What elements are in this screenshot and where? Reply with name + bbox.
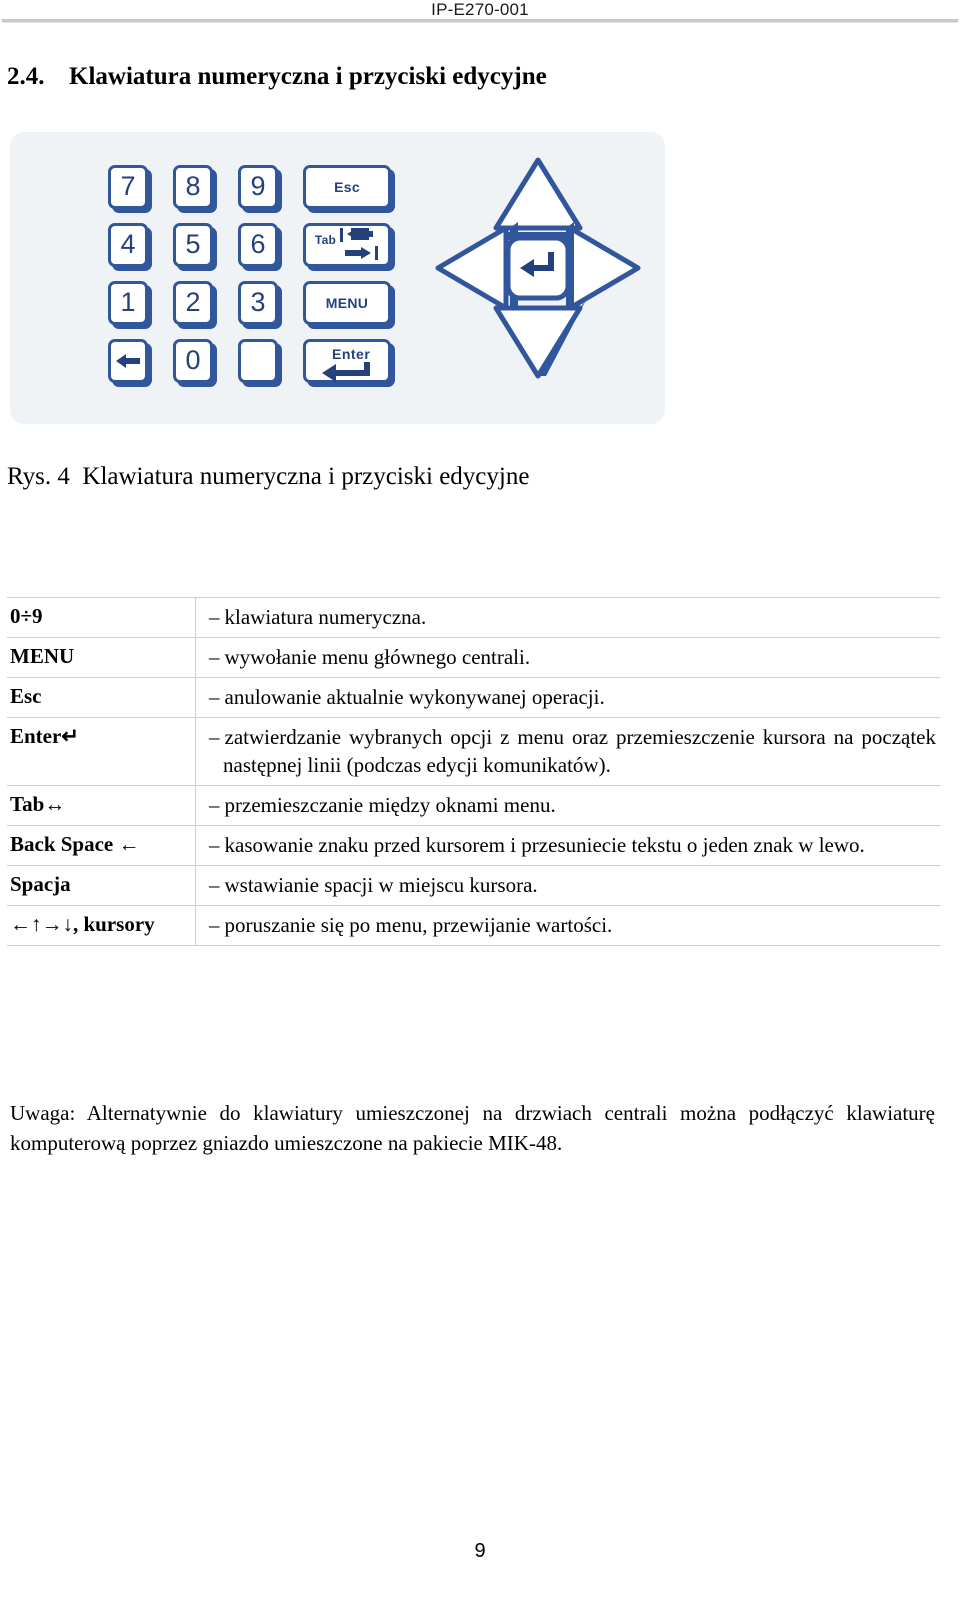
key-enter-label: Enter bbox=[332, 346, 371, 362]
note-paragraph: Uwaga: Alternatywnie do klawiatury umies… bbox=[10, 1101, 935, 1155]
section-number: 2.4. bbox=[7, 63, 45, 90]
key-name-cell: Tab↔ bbox=[7, 785, 196, 826]
key-2-label: 2 bbox=[185, 286, 201, 317]
key-description-cell: – anulowanie aktualnie wykonywanej operac… bbox=[196, 678, 941, 718]
key-description-cell: – zatwierdzanie wybranych opcji z menu or… bbox=[196, 718, 941, 786]
key-description-cell: – przemieszczanie między oknami menu. bbox=[196, 786, 941, 826]
key-description-cell: – wstawianie spacji w miejscu kursora. bbox=[196, 866, 941, 906]
key-tab-label: Tab bbox=[314, 233, 337, 247]
key-6-label: 6 bbox=[250, 228, 266, 259]
key-description-paragraph: – zatwierdzanie wybranych opcji z menu or… bbox=[209, 723, 936, 779]
key-tab[interactable]: Tab bbox=[303, 223, 391, 267]
table-row: 0÷9 – klawiatura numeryczna. bbox=[7, 597, 941, 638]
section-heading: 2.4. Klawiatura numeryczna i przyciski ed… bbox=[7, 62, 907, 92]
key-7[interactable]: 7 bbox=[108, 165, 148, 209]
key-menu[interactable]: MENU bbox=[303, 281, 391, 325]
key-description-text: kasowanie znaku przed kursorem i przesun… bbox=[224, 833, 865, 857]
key-description-text: zatwierdzanie wybranych opcji z menu ora… bbox=[223, 725, 936, 777]
key-4[interactable]: 4 bbox=[108, 223, 148, 267]
key-backspace[interactable] bbox=[108, 339, 148, 383]
key-enter[interactable]: Enter bbox=[303, 339, 391, 383]
key-description-text: poruszanie się po menu, przewijanie wart… bbox=[224, 913, 613, 937]
header-divider bbox=[2, 19, 958, 23]
key-name-cell: Back Space ← bbox=[7, 825, 196, 866]
key-description-text: wstawianie spacji w miejscu kursora. bbox=[224, 873, 538, 897]
key-1[interactable]: 1 bbox=[108, 281, 148, 325]
key-0[interactable]: 0 bbox=[173, 339, 213, 383]
key-description-text: anulowanie aktualnie wykonywanej operacj… bbox=[224, 685, 605, 709]
key-7-label: 7 bbox=[120, 170, 136, 201]
key-8[interactable]: 8 bbox=[173, 165, 213, 209]
list-dash: – bbox=[209, 685, 220, 709]
key-description-table: 0÷9 – klawiatura numeryczna. MENU – wywoła… bbox=[7, 597, 940, 946]
key-3[interactable]: 3 bbox=[238, 281, 278, 325]
keypad-figure: 7 8 9 Esc 4 5 6 Tab 1 2 3 MENU 0 Enter bbox=[10, 132, 665, 424]
table-row: Esc – anulowanie aktualnie wykonywanej op… bbox=[7, 677, 941, 718]
key-name-cell: ←↑→↓, kursory bbox=[7, 905, 196, 946]
table-row: MENU – wywołanie menu głównego centrali. bbox=[7, 637, 941, 678]
key-0-label: 0 bbox=[185, 344, 201, 375]
key-name-cell: MENU bbox=[7, 637, 196, 678]
key-9-label: 9 bbox=[250, 170, 266, 201]
list-dash: – bbox=[209, 833, 220, 857]
key-description-text: klawiatura numeryczna. bbox=[224, 605, 427, 629]
list-dash: – bbox=[209, 793, 220, 817]
key-5[interactable]: 5 bbox=[173, 223, 213, 267]
page-number: 9 bbox=[474, 1540, 486, 1562]
figure-caption: Rys. 4 Klawiatura numeryczna i przyciski… bbox=[7, 462, 529, 492]
right-arrow-key bbox=[566, 222, 641, 316]
table-row: Enter↵ – zatwierdzanie wybranych opcji z … bbox=[7, 717, 941, 786]
document-code: IP-E270-001 bbox=[431, 0, 529, 19]
key-3-label: 3 bbox=[250, 286, 266, 317]
cursor-arrow-cluster bbox=[428, 152, 648, 382]
list-dash: – bbox=[209, 645, 220, 669]
key-9[interactable]: 9 bbox=[238, 165, 278, 209]
table-row: Back Space ← – kasowanie znaku przed kurs… bbox=[7, 825, 941, 866]
table-row: Spacja – wstawianie spacji w miejscu kurs… bbox=[7, 865, 941, 906]
key-esc-label: Esc bbox=[334, 179, 360, 195]
enter-key-glyph-group: Enter bbox=[306, 342, 388, 382]
key-description-cell: – poruszanie się po menu, przewijanie war… bbox=[196, 906, 941, 946]
list-dash: – bbox=[209, 913, 220, 937]
key-space[interactable] bbox=[238, 339, 278, 383]
key-description-text: przemieszczanie między oknami menu. bbox=[224, 793, 556, 817]
key-1-label: 1 bbox=[120, 286, 136, 317]
key-name-cell: 0÷9 bbox=[7, 597, 196, 638]
list-dash: – bbox=[209, 725, 220, 749]
key-description-cell: – klawiatura numeryczna. bbox=[196, 598, 941, 638]
table-row: Tab↔ – przemieszczanie między oknami menu… bbox=[7, 785, 941, 826]
key-5-label: 5 bbox=[185, 228, 201, 259]
table-row: ←↑→↓, kursory – poruszanie się po menu, p… bbox=[7, 905, 941, 946]
key-esc[interactable]: Esc bbox=[303, 165, 391, 209]
enter-arrow-icon bbox=[320, 362, 378, 385]
key-menu-label: MENU bbox=[325, 295, 369, 311]
tab-key-glyph-group: Tab bbox=[314, 225, 379, 264]
key-6[interactable]: 6 bbox=[238, 223, 278, 267]
key-name-cell: Spacja bbox=[7, 865, 196, 906]
backspace-arrow-icon bbox=[114, 347, 142, 374]
key-description-paragraph: – kasowanie znaku przed kursorem i przesu… bbox=[209, 831, 936, 859]
list-dash: – bbox=[209, 605, 220, 629]
key-description-text: wywołanie menu głównego centrali. bbox=[224, 645, 531, 669]
figure-caption-label: Rys. 4 bbox=[7, 463, 70, 490]
section-title-text: Klawiatura numeryczna i przyciski edycyj… bbox=[69, 63, 547, 90]
list-dash: – bbox=[209, 873, 220, 897]
key-8-label: 8 bbox=[185, 170, 201, 201]
tab-arrows-icon bbox=[339, 225, 379, 264]
key-name-cell: Esc bbox=[7, 677, 196, 718]
figure-caption-text: Klawiatura numeryczna i przyciski edycyj… bbox=[82, 463, 530, 490]
key-description-cell: – kasowanie znaku przed kursorem i przesu… bbox=[196, 826, 941, 866]
key-4-label: 4 bbox=[120, 228, 136, 259]
enter-key-center bbox=[505, 235, 574, 304]
down-arrow-key bbox=[493, 300, 586, 379]
key-2[interactable]: 2 bbox=[173, 281, 213, 325]
key-name-cell: Enter↵ bbox=[7, 717, 196, 786]
key-description-cell: – wywołanie menu głównego centrali. bbox=[196, 638, 941, 678]
